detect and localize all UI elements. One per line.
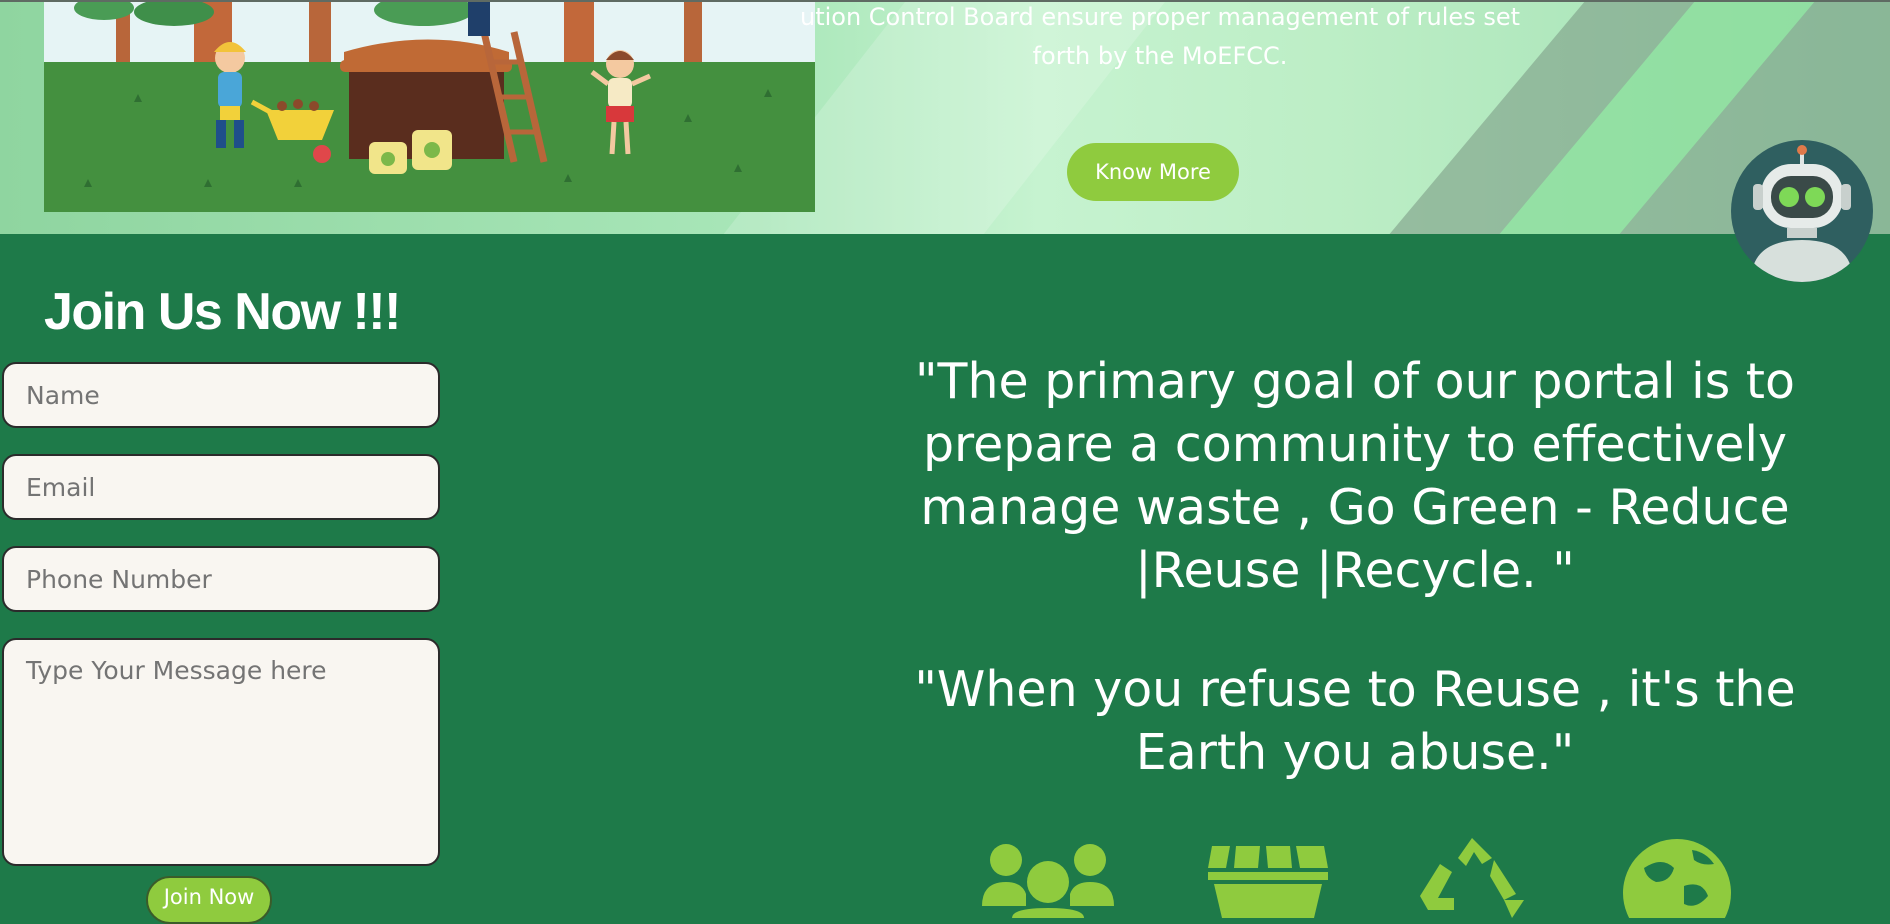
know-more-button[interactable]: Know More xyxy=(1067,143,1239,201)
name-input[interactable] xyxy=(2,362,440,428)
robot-icon xyxy=(1751,145,1853,282)
email-input[interactable] xyxy=(2,454,440,520)
mission-quote: "The primary goal of our portal is to pr… xyxy=(914,353,1795,599)
banner-description: ution Control Board ensure proper manage… xyxy=(799,3,1521,70)
earth-icon xyxy=(1623,839,1731,918)
recycle-icon xyxy=(1420,838,1524,918)
hero-banner: ution Control Board ensure proper manage… xyxy=(0,0,1890,234)
chatbot-button[interactable] xyxy=(1731,140,1873,282)
reuse-quote: "When you refuse to Reuse , it's the Ear… xyxy=(914,661,1796,781)
dumpster-icon xyxy=(1208,846,1328,918)
join-form-title: Join Us Now !!! xyxy=(44,283,401,341)
community-icon xyxy=(982,844,1114,918)
join-now-button[interactable]: Join Now xyxy=(146,876,272,924)
message-textarea[interactable] xyxy=(2,638,440,866)
gardening-illustration xyxy=(44,2,815,212)
phone-input[interactable] xyxy=(2,546,440,612)
